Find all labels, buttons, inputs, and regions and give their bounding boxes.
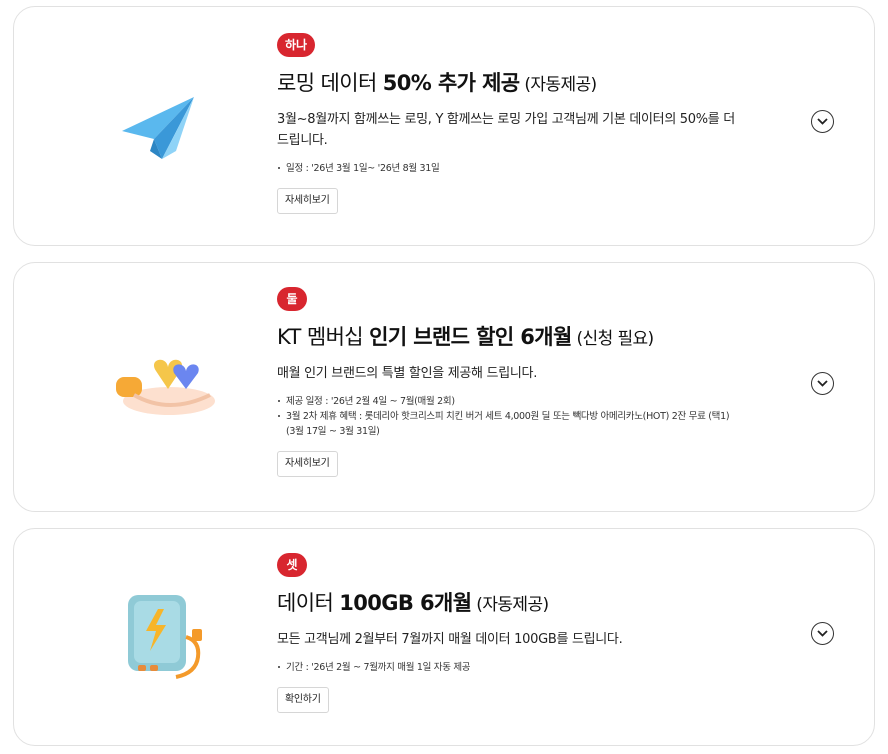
chevron-down-icon (817, 380, 828, 387)
benefit-bullets: 제공 일정 : '26년 2월 4일 ~ 7월(매월 2회) 3월 2차 제휴 … (277, 394, 747, 439)
paper-plane-icon (114, 69, 224, 179)
chevron-down-icon (817, 118, 828, 125)
benefit-card-3: 셋 데이터 100GB 6개월 (자동제공) 모든 고객님께 2월부터 7월까지… (13, 528, 875, 746)
bullet-item: 일정 : '26년 3월 1일~ '26년 8월 31일 (277, 161, 747, 176)
order-badge: 둘 (277, 287, 307, 311)
bullet-item: 기간 : '26년 2월 ~ 7월까지 매월 1일 자동 제공 (277, 660, 747, 675)
benefit-title: KT 멤버십 인기 브랜드 할인 6개월 (신청 필요) (277, 325, 654, 349)
details-button[interactable]: 자세히보기 (277, 451, 338, 477)
order-badge: 하나 (277, 33, 316, 57)
benefit-description: 3월~8월까지 함께쓰는 로밍, Y 함께쓰는 로밍 가입 고객님께 기본 데이… (277, 112, 735, 148)
benefit-card-2: 둘 KT 멤버십 인기 브랜드 할인 6개월 (신청 필요) 매월 인기 브랜드… (13, 262, 875, 512)
benefit-card-1: 하나 로밍 데이터 50% 추가 제공 (자동제공) 3월~8월까지 함께쓰는 … (13, 6, 875, 246)
benefit-content-2: 둘 KT 멤버십 인기 브랜드 할인 6개월 (신청 필요) 매월 인기 브랜드… (277, 287, 747, 477)
benefit-content-1: 하나 로밍 데이터 50% 추가 제공 (자동제공) 3월~8월까지 함께쓰는 … (277, 33, 747, 214)
expand-toggle[interactable] (811, 622, 834, 645)
battery-charger-icon (114, 585, 224, 695)
benefit-bullets: 일정 : '26년 3월 1일~ '26년 8월 31일 (277, 161, 747, 176)
benefit-title: 로밍 데이터 50% 추가 제공 (자동제공) (277, 71, 597, 95)
expand-toggle[interactable] (811, 110, 834, 133)
benefit-description: 모든 고객님께 2월부터 7월까지 매월 데이터 100GB를 드립니다. (277, 632, 623, 647)
hand-hearts-icon (114, 331, 224, 441)
details-button[interactable]: 자세히보기 (277, 188, 338, 214)
chevron-down-icon (817, 630, 828, 637)
benefit-description: 매월 인기 브랜드의 특별 할인을 제공해 드립니다. (277, 366, 538, 381)
bullet-item: 제공 일정 : '26년 2월 4일 ~ 7월(매월 2회) (277, 394, 747, 409)
order-badge: 셋 (277, 553, 307, 577)
benefit-title: 데이터 100GB 6개월 (자동제공) (277, 591, 549, 615)
confirm-button[interactable]: 확인하기 (277, 687, 329, 713)
bullet-item: 3월 2차 제휴 혜택 : 롯데리아 핫크리스피 치킨 버거 세트 4,000원… (277, 409, 747, 439)
expand-toggle[interactable] (811, 372, 834, 395)
benefit-bullets: 기간 : '26년 2월 ~ 7월까지 매월 1일 자동 제공 (277, 660, 747, 675)
benefit-content-3: 셋 데이터 100GB 6개월 (자동제공) 모든 고객님께 2월부터 7월까지… (277, 553, 747, 713)
